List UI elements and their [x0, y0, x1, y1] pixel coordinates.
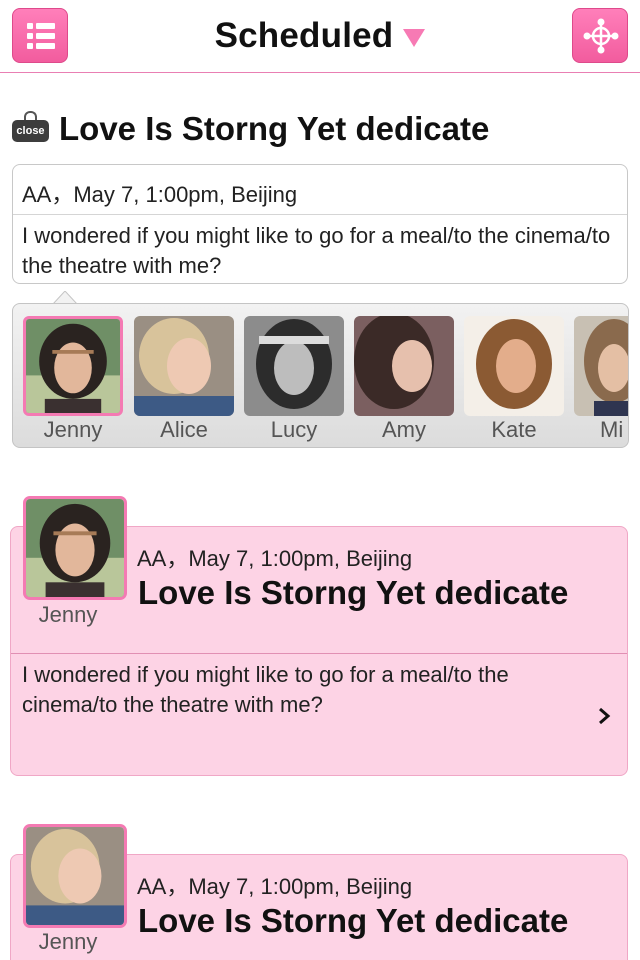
page-title: Scheduled: [214, 16, 394, 55]
close-label: close: [12, 120, 49, 142]
avatar[interactable]: [23, 496, 127, 600]
message-body: I wondered if you might like to go for a…: [22, 662, 509, 717]
compose-card[interactable]: AA，May 7, 1:00pm, Beijing I wondered if …: [12, 164, 628, 284]
contact-name: Jenny: [43, 417, 103, 442]
contact-lucy[interactable]: Lucy: [244, 316, 344, 444]
avatar: [464, 316, 564, 416]
avatar-name: Jenny: [38, 602, 98, 627]
caret-down-icon: [403, 29, 426, 47]
contact-name: Lucy: [270, 417, 318, 442]
compose-message[interactable]: I wondered if you might like to go for a…: [22, 221, 612, 281]
avatar[interactable]: [23, 824, 127, 928]
message-title: Love Is Storng Yet dedicate: [138, 902, 569, 939]
avatar: [244, 316, 344, 416]
message-title: Love Is Storng Yet dedicate: [138, 574, 569, 611]
contact-alice[interactable]: Alice: [134, 316, 234, 444]
avatar-name: Jenny: [38, 929, 98, 954]
divider: [13, 214, 627, 215]
hanger-icon: [24, 111, 37, 120]
share-button[interactable]: [572, 8, 628, 63]
close-tag-button[interactable]: close: [12, 111, 49, 143]
contact-kate[interactable]: Kate: [464, 316, 564, 444]
compose-meta[interactable]: AA，May 7, 1:00pm, Beijing: [22, 177, 297, 209]
contact-name: Amy: [382, 417, 426, 442]
message-meta: AA，May 7, 1:00pm, Beijing: [137, 546, 413, 571]
contact-name: Alice: [160, 417, 208, 442]
avatar: [23, 316, 123, 416]
contact-jenny[interactable]: Jenny: [23, 316, 123, 444]
divider: [11, 653, 627, 654]
message-meta: AA，May 7, 1:00pm, Beijing: [137, 874, 413, 899]
chevron-right-icon[interactable]: [595, 705, 613, 727]
avatar: [574, 316, 628, 416]
top-bar: Scheduled: [0, 0, 640, 73]
title-dropdown[interactable]: Scheduled: [0, 0, 640, 72]
avatar: [354, 316, 454, 416]
avatar: [134, 316, 234, 416]
contact-mi[interactable]: Mi: [574, 316, 628, 444]
share-network-icon: [583, 18, 619, 54]
contact-picker[interactable]: Jenny Alice Lucy Amy Kate Mi: [12, 303, 629, 448]
contact-amy[interactable]: Amy: [354, 316, 454, 444]
compose-title: Love Is Storng Yet dedicate: [59, 110, 490, 147]
contact-name: Kate: [491, 417, 537, 442]
contact-name: Mi: [600, 417, 624, 442]
